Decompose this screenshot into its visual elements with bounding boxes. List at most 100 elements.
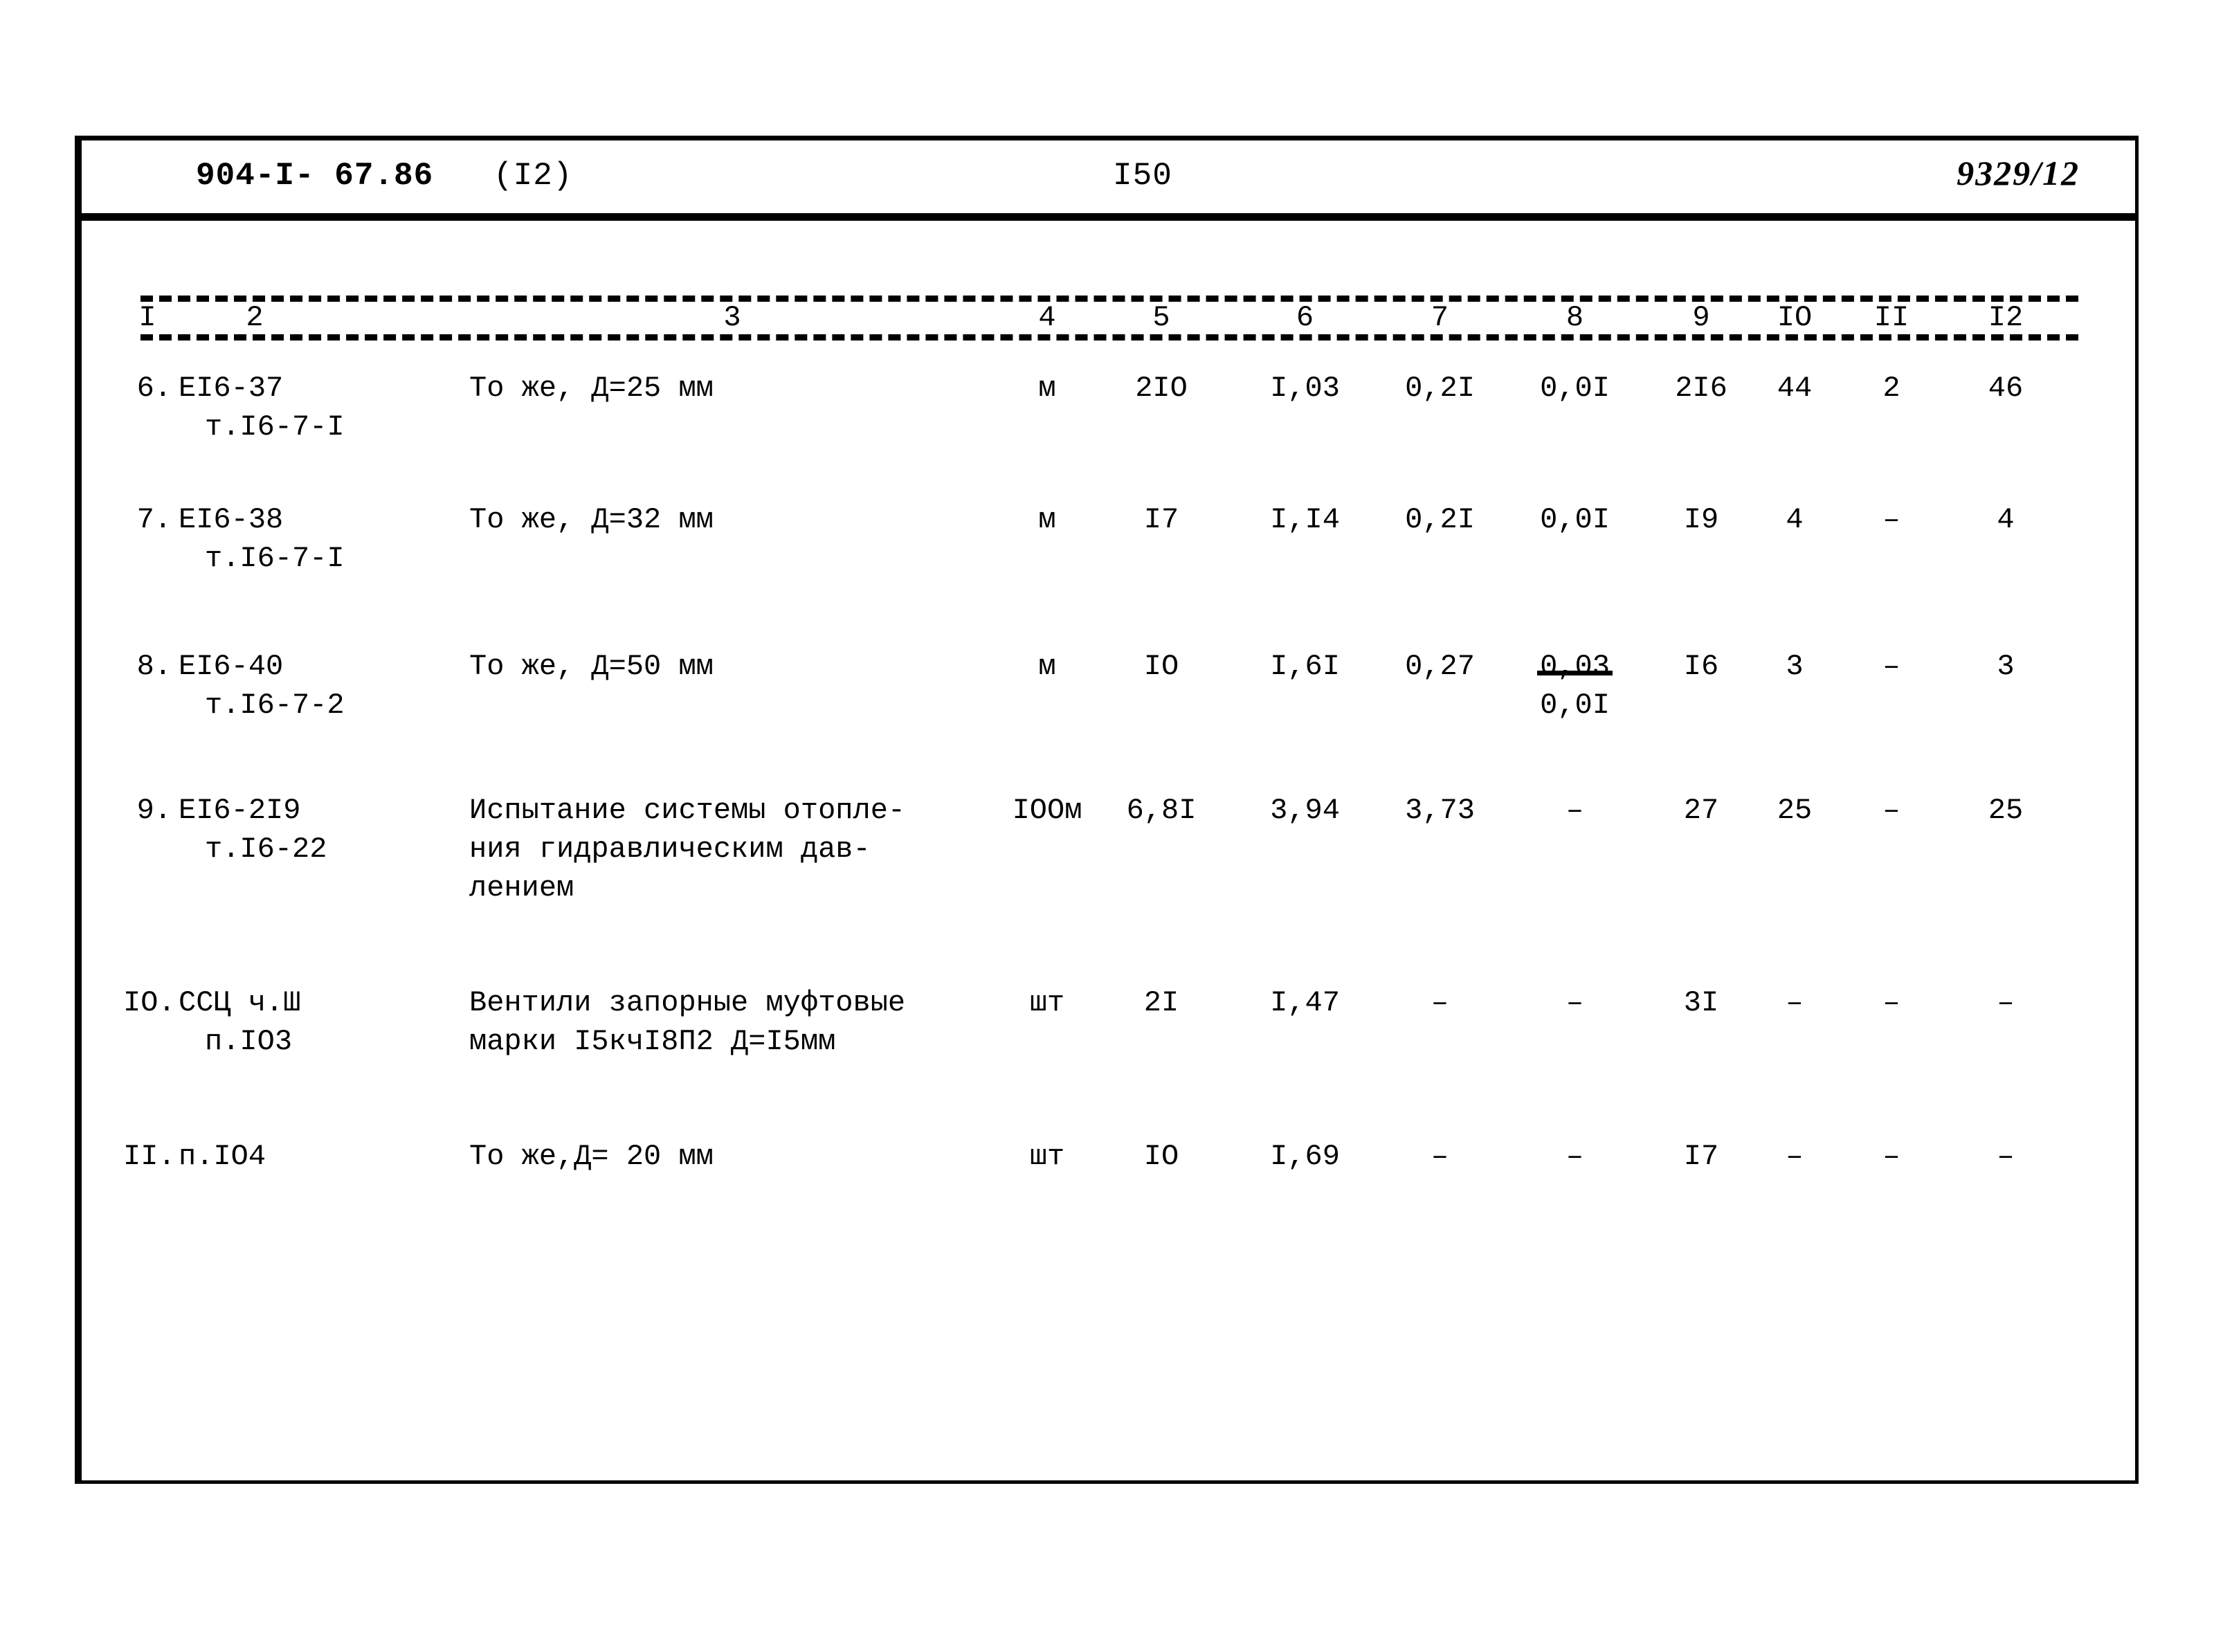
row-norm-code: ССЦ ч.Ш [179, 986, 301, 1019]
row-value-col9: 2I6 [1675, 372, 1727, 405]
row-norm-code: ЕI6-2I9 [179, 794, 301, 827]
column-number-3: 3 [723, 301, 741, 334]
row-value-col10: 4 [1786, 503, 1804, 536]
row-index: 9. [136, 794, 172, 827]
row-value-col9: I7 [1683, 1140, 1719, 1173]
row-value-col6: I,03 [1270, 372, 1340, 405]
row-description: То же, Д=32 мм [469, 503, 714, 536]
row-description: То же, Д=25 мм [469, 372, 714, 405]
row-index: 6. [136, 372, 172, 405]
column-number-9: 9 [1692, 301, 1710, 334]
column-number-8: 8 [1566, 301, 1584, 334]
row-value-col11: – [1882, 503, 1900, 536]
row-value-col7: 3,73 [1405, 794, 1475, 827]
row-unit: м [1038, 650, 1056, 683]
row-value-col5: IO [1143, 1140, 1179, 1173]
row-value-col7: 0,2I [1405, 372, 1475, 405]
row-value-col6: I,6I [1270, 650, 1340, 683]
column-number-6: 6 [1296, 301, 1314, 334]
row-unit: шт [1029, 1140, 1065, 1173]
row-value-col11: – [1882, 1140, 1900, 1173]
row-value-col7: 0,2I [1405, 503, 1475, 536]
row-value-col10: – [1786, 1140, 1804, 1173]
row-norm-subcode: т.I6-7-I [205, 410, 345, 444]
scanned-page: 904-I- 67.86 (I2) I50 9329/12 I23456789I… [0, 0, 2223, 1652]
row-unit: м [1038, 503, 1056, 536]
row-norm-code: ЕI6-37 [179, 372, 284, 405]
row-norm-subcode: т.I6-22 [205, 833, 327, 866]
row-value-col12: 46 [1988, 372, 2024, 405]
row-value-col12: – [1997, 1140, 2015, 1173]
row-unit: IOOм [1012, 794, 1082, 827]
row-value-col12: 25 [1988, 794, 2024, 827]
row-norm-code: п.IО4 [179, 1140, 266, 1173]
row-norm-subcode: т.I6-7-2 [205, 689, 345, 722]
row-value-col6: I,47 [1270, 986, 1340, 1019]
row-value-col10: 44 [1777, 372, 1813, 405]
row-index: IO. [123, 986, 176, 1019]
row-value-col8: – [1566, 794, 1584, 827]
row-value-col5: IO [1143, 650, 1179, 683]
column-number-10: IO [1777, 301, 1813, 334]
page-number: I50 [1113, 158, 1172, 194]
row-description: Вентили запорные муфтовые марки I5кчI8П2… [469, 986, 906, 1058]
row-value-col6: 3,94 [1270, 794, 1340, 827]
row-value-col10: 3 [1786, 650, 1804, 683]
sheet-variant-label: (I2) [493, 158, 573, 194]
row-norm-subcode: п.IО3 [205, 1025, 293, 1058]
row-value-col8: 0,0I [1540, 372, 1610, 405]
row-value-col12: 3 [1997, 650, 2015, 683]
row-norm-code: ЕI6-40 [179, 650, 284, 683]
struck-value: 0,03 [1537, 647, 1613, 686]
row-index: 8. [136, 650, 172, 683]
row-value-col8: – [1566, 1140, 1584, 1173]
row-index: 7. [136, 503, 172, 536]
row-value-col11: – [1882, 986, 1900, 1019]
row-value-col9: I6 [1683, 650, 1719, 683]
estimate-table: I 2 3 4 5 6 7 8 9 IO II I2 6. ЕI6-37 т.I6-7-I То же, Д… [82, 221, 2135, 1480]
row-value-col10: 25 [1777, 794, 1813, 827]
row-unit: шт [1029, 986, 1065, 1019]
document-frame: 904-I- 67.86 (I2) I50 9329/12 I23456789I… [75, 136, 2139, 1484]
row-value-col11: – [1882, 650, 1900, 683]
document-code: 904-I- 67.86 [196, 158, 434, 194]
row-value-col5: 2IO [1135, 372, 1188, 405]
row-value-col9: I9 [1683, 503, 1719, 536]
column-number-4: 4 [1038, 301, 1056, 334]
row-value-col7: 0,27 [1405, 650, 1475, 683]
row-value-col5: 2I [1143, 986, 1179, 1019]
row-norm-subcode: т.I6-7-I [205, 542, 345, 575]
column-number-row: I 2 3 4 5 6 7 8 9 IO II I2 [82, 298, 2135, 337]
row-index: II. [123, 1140, 176, 1173]
row-value-col10: – [1786, 986, 1804, 1019]
row-value-col5: I7 [1143, 503, 1179, 536]
row-value-col8: 0,0I [1540, 503, 1610, 536]
row-value-col7: – [1431, 986, 1449, 1019]
row-value-col8-corrected: 0,0I [1540, 689, 1610, 722]
row-value-col9: 3I [1683, 986, 1719, 1019]
column-number-7: 7 [1431, 301, 1449, 334]
column-number-12: I2 [1988, 301, 2024, 334]
row-value-col6: I,I4 [1270, 503, 1340, 536]
row-value-col11: – [1882, 794, 1900, 827]
row-value-col6: I,69 [1270, 1140, 1340, 1173]
row-unit: м [1038, 372, 1056, 405]
row-value-col12: – [1997, 986, 2015, 1019]
archive-code-handwritten: 9329/12 [1957, 154, 2080, 192]
row-value-col9: 27 [1683, 794, 1719, 827]
page-header: 904-I- 67.86 (I2) I50 9329/12 [82, 140, 2135, 221]
row-value-col7: – [1431, 1140, 1449, 1173]
row-value-col11: 2 [1882, 372, 1900, 405]
row-norm-code: ЕI6-38 [179, 503, 284, 536]
row-value-col8: 0,03 0,0I [1507, 647, 1642, 722]
column-number-5: 5 [1152, 301, 1170, 334]
column-number-1: I [138, 301, 156, 334]
column-number-2: 2 [246, 301, 264, 334]
row-value-col5: 6,8I [1126, 794, 1197, 827]
row-value-col12: 4 [1997, 503, 2015, 536]
column-number-11: II [1873, 301, 1909, 334]
row-description: То же,Д= 20 мм [469, 1140, 714, 1173]
row-description: То же, Д=50 мм [469, 650, 714, 683]
row-description: Испытание системы отопле- ния гидравличе… [469, 794, 906, 905]
row-value-col8: – [1566, 986, 1584, 1019]
